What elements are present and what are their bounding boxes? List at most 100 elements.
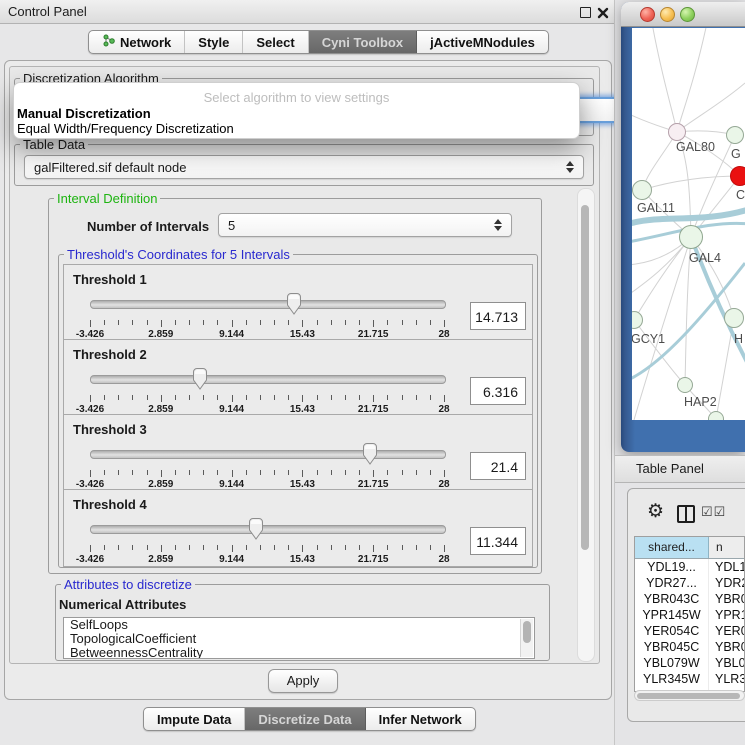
tab-label: Style (198, 35, 229, 50)
list-scrollbar[interactable] (520, 619, 533, 657)
network-window-titlebar[interactable] (621, 2, 745, 27)
network-canvas[interactable]: GAL80GCGAL11GAL4GCY1HHAP2 (632, 28, 745, 420)
table-row[interactable]: YER054CYER0 (635, 623, 744, 639)
table-data-combobox[interactable]: galFiltered.sif default node (24, 155, 584, 179)
threshold-slider-4[interactable]: -3.4262.8599.14415.4321.71528 (90, 518, 444, 564)
cell-name[interactable]: YDR2 (709, 575, 744, 591)
slider-track[interactable] (90, 375, 446, 384)
slider-ticks (90, 395, 444, 403)
attribute-item-betweennesscentrality[interactable]: BetweennessCentrality (64, 646, 534, 659)
slider-ticks (90, 470, 444, 478)
network-node-c[interactable] (730, 166, 745, 186)
apply-button[interactable]: Apply (268, 669, 338, 693)
control-panel-tabbar: Network Style Select Cyni Toolbox jActiveMNo… (88, 30, 549, 54)
node-label: HAP2 (684, 395, 717, 409)
close-icon[interactable] (597, 6, 609, 18)
tab-network[interactable]: Network (89, 31, 185, 53)
table-header-row: shared... n (635, 537, 744, 559)
slider-track[interactable] (90, 525, 446, 534)
table-row[interactable]: YDL19...YDL1 (635, 559, 744, 575)
table-row[interactable]: YDR27...YDR2 (635, 575, 744, 591)
threshold-value-field[interactable]: 14.713 (470, 302, 526, 330)
table-row[interactable]: YBL079WYBL0 (635, 655, 744, 671)
number-of-intervals-label: Number of Intervals (87, 219, 209, 234)
gear-icon[interactable]: ⚙ (647, 502, 664, 521)
slider-thumb[interactable] (362, 443, 378, 465)
cell-shared-name[interactable]: YBL079W (635, 655, 709, 671)
cell-shared-name[interactable]: YBR045C (635, 639, 709, 655)
column-header-name[interactable]: n (709, 537, 744, 558)
cell-shared-name[interactable]: YBR043C (635, 591, 709, 607)
tab-label: Infer Network (379, 712, 462, 727)
node-label: H (734, 332, 743, 346)
control-panel-titlebar: Control Panel (0, 0, 620, 24)
numerical-attributes-list[interactable]: SelfLoopsTopologicalCoefficientBetweenne… (63, 617, 535, 659)
table-horizontal-scrollbar[interactable] (634, 690, 745, 701)
cell-shared-name[interactable]: YDL19... (635, 559, 709, 575)
threshold-value-field[interactable]: 21.4 (470, 452, 526, 480)
cell-shared-name[interactable]: YER054C (635, 623, 709, 639)
slider-track[interactable] (90, 450, 446, 459)
float-window-icon[interactable] (580, 7, 591, 18)
bottom-tab-infer-network[interactable]: Infer Network (366, 708, 475, 730)
popup-option-equal-width-frequency[interactable]: Equal Width/Frequency Discretization (17, 121, 234, 136)
cell-name[interactable]: YLR3 (709, 671, 744, 687)
table-row[interactable]: YBR045CYBR0 (635, 639, 744, 655)
table-row[interactable]: YPR145WYPR1 (635, 607, 744, 623)
slider-thumb[interactable] (192, 368, 208, 390)
network-node-hap2[interactable] (677, 377, 693, 393)
form-scrollbar-thumb[interactable] (581, 205, 589, 550)
table-row[interactable]: YBR043CYBR0 (635, 591, 744, 607)
cell-shared-name[interactable]: YPR145W (635, 607, 709, 623)
cell-name[interactable]: YDL1 (709, 559, 744, 575)
threshold-slider-1[interactable]: -3.4262.8599.14415.4321.71528 (90, 293, 444, 339)
attribute-item-topologicalcoefficient[interactable]: TopologicalCoefficient (64, 632, 534, 646)
network-node-gal4[interactable] (679, 225, 703, 249)
cell-shared-name[interactable]: YDR27... (635, 575, 709, 591)
threshold-slider-3[interactable]: -3.4262.8599.14415.4321.71528 (90, 443, 444, 489)
threshold-slider-2[interactable]: -3.4262.8599.14415.4321.71528 (90, 368, 444, 414)
network-node-gal11[interactable] (632, 180, 652, 200)
tab-jactivemnodules[interactable]: jActiveMNodules (417, 31, 548, 53)
attribute-item-selfloops[interactable]: SelfLoops (64, 618, 534, 632)
window-zoom-button[interactable] (680, 7, 695, 22)
threshold-row-2: Threshold 2 -3.4262.8599.14415.4321.71528… (64, 340, 532, 415)
tab-label: Cyni Toolbox (322, 35, 403, 50)
network-node-g[interactable] (726, 126, 744, 144)
table-row[interactable]: YLR345WYLR3 (635, 671, 744, 687)
network-view-window[interactable]: GAL80GCGAL11GAL4GCY1HHAP2 (621, 2, 745, 452)
network-node[interactable] (708, 411, 724, 420)
select-columns-icon[interactable]: ☑☑ (701, 504, 726, 520)
cell-name[interactable]: YER0 (709, 623, 744, 639)
table-panel-title: Table Panel (636, 461, 704, 476)
threshold-value-field[interactable]: 6.316 (470, 377, 526, 405)
column-layout-icon[interactable] (677, 505, 695, 523)
cell-name[interactable]: YBL0 (709, 655, 744, 671)
network-node-gal80[interactable] (668, 123, 686, 141)
threshold-value-field[interactable]: 11.344 (470, 527, 526, 555)
popup-placeholder-item[interactable]: Select algorithm to view settings (14, 90, 579, 105)
cell-shared-name[interactable]: YLR345W (635, 671, 709, 687)
slider-track[interactable] (90, 300, 446, 309)
form-scrollbar[interactable] (577, 188, 595, 662)
column-header-shared-name[interactable]: shared... (635, 537, 709, 558)
slider-thumb[interactable] (286, 293, 302, 315)
network-node-h[interactable] (724, 308, 744, 328)
bottom-tab-impute-data[interactable]: Impute Data (144, 708, 245, 730)
tab-label: Impute Data (157, 712, 231, 727)
slider-thumb[interactable] (248, 518, 264, 540)
node-label: GCY1 (632, 332, 665, 346)
slider-ticks (90, 545, 444, 553)
cell-name[interactable]: YBR0 (709, 639, 744, 655)
cell-name[interactable]: YBR0 (709, 591, 744, 607)
cell-name[interactable]: YPR1 (709, 607, 744, 623)
window-close-button[interactable] (640, 7, 655, 22)
threshold-label: Threshold 2 (73, 347, 147, 362)
tab-select[interactable]: Select (243, 31, 308, 53)
tab-style[interactable]: Style (185, 31, 243, 53)
bottom-tab-discretize-data[interactable]: Discretize Data (245, 708, 365, 730)
popup-option-manual-discretization[interactable]: Manual Discretization (17, 106, 151, 121)
tab-cyni-toolbox[interactable]: Cyni Toolbox (309, 31, 417, 53)
number-of-intervals-combobox[interactable]: 5 (218, 213, 512, 237)
window-minimize-button[interactable] (660, 7, 675, 22)
